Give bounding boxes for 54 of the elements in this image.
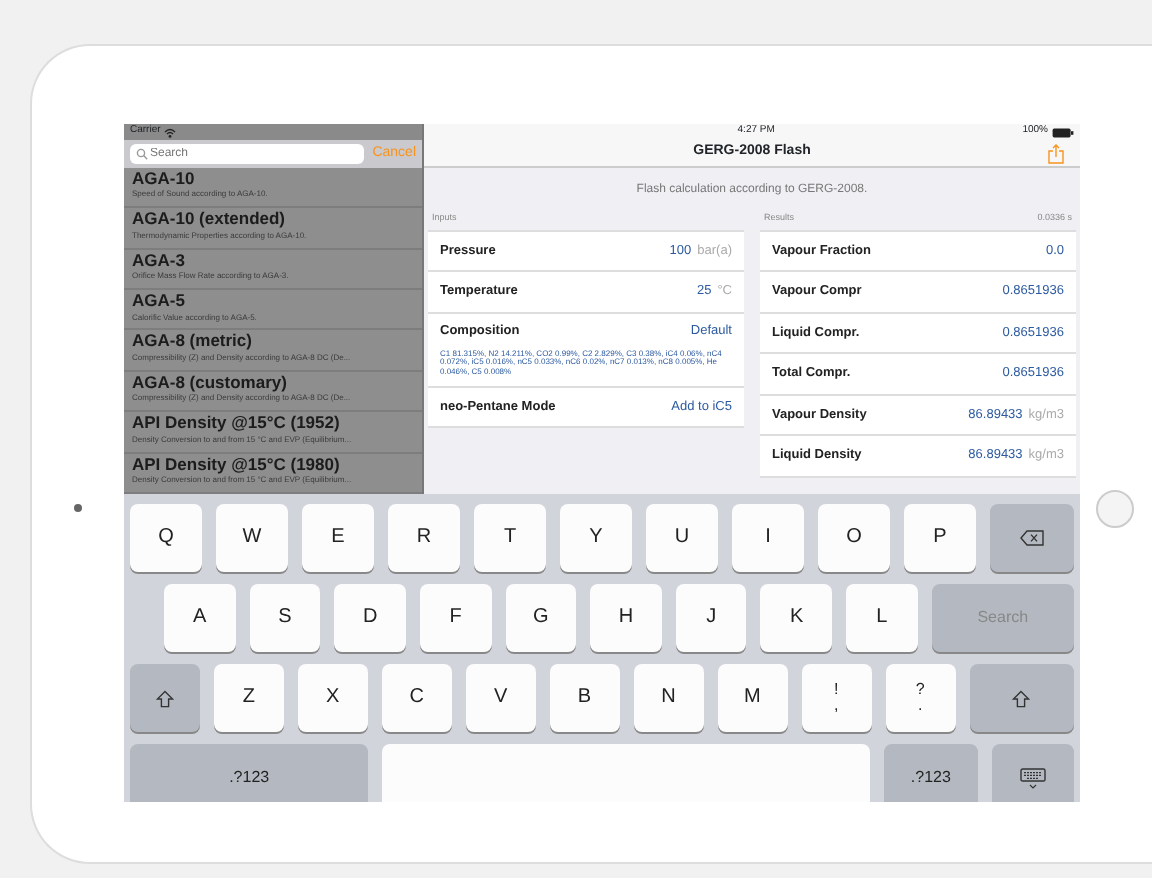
letter-key[interactable]: N — [633, 664, 704, 732]
backspace-key[interactable] — [990, 504, 1074, 572]
numbers-key[interactable]: .?123 — [130, 744, 369, 802]
letter-key[interactable]: G — [505, 584, 577, 652]
letter-key[interactable]: K — [760, 584, 833, 652]
space-key[interactable] — [382, 744, 870, 802]
item-title: API Density @15°C (1952) — [132, 414, 342, 432]
shift-icon — [1012, 689, 1031, 707]
item-title: AGA-8 (customary) — [132, 373, 289, 391]
home-button[interactable] — [1096, 490, 1134, 528]
item-title: API Density @15°C (1980) — [132, 455, 342, 473]
shift-icon — [155, 689, 174, 707]
letter-key[interactable]: T — [474, 504, 546, 572]
letter-key[interactable]: Q — [130, 504, 202, 572]
item-title: AGA-5 — [132, 292, 187, 310]
letter-key[interactable]: Y — [560, 504, 632, 572]
backspace-icon — [1020, 530, 1044, 546]
letter-key[interactable]: H — [590, 584, 662, 652]
item-title: AGA-8 (metric) — [132, 332, 254, 350]
letter-key[interactable]: R — [388, 504, 460, 572]
letter-key[interactable]: V — [465, 664, 536, 732]
letter-key[interactable]: B — [549, 664, 620, 732]
keyboard-icon — [1020, 767, 1047, 789]
letter-key[interactable]: F — [419, 584, 492, 652]
share-icon — [1048, 144, 1064, 164]
item-title: AGA-3 — [132, 251, 187, 269]
letter-key[interactable]: O — [818, 504, 890, 572]
letter-key[interactable]: X — [297, 664, 368, 732]
item-title: AGA-10 — [132, 169, 197, 187]
hide-keyboard-key[interactable] — [992, 744, 1074, 802]
letter-key[interactable]: E — [302, 504, 374, 572]
letter-key[interactable]: L — [846, 584, 918, 652]
search-icon — [136, 147, 148, 160]
letter-key[interactable]: I — [732, 504, 804, 572]
wifi-icon — [164, 127, 177, 137]
letter-key[interactable]: P — [904, 504, 976, 572]
battery-icon — [1051, 127, 1074, 137]
numbers-key[interactable]: .?123 — [883, 744, 979, 802]
shift-key[interactable] — [969, 664, 1074, 732]
letter-key[interactable]: A — [164, 584, 236, 652]
letter-key[interactable]: W — [216, 504, 288, 572]
letter-key[interactable]: Z — [213, 664, 284, 732]
letter-key[interactable]: S — [249, 584, 321, 652]
letter-key[interactable]: U — [646, 504, 718, 572]
letter-key[interactable]: M — [717, 664, 788, 732]
shift-key[interactable] — [130, 664, 200, 732]
letter-key[interactable]: C — [381, 664, 452, 732]
symbol-key[interactable]: ? . — [885, 664, 956, 732]
share-button[interactable] — [1048, 144, 1064, 164]
camera-dot — [74, 504, 82, 512]
letter-key[interactable]: D — [334, 584, 406, 652]
letter-key[interactable]: J — [675, 584, 747, 652]
symbol-key[interactable]: ! , — [801, 664, 872, 732]
item-title: AGA-10 (extended) — [132, 210, 288, 228]
